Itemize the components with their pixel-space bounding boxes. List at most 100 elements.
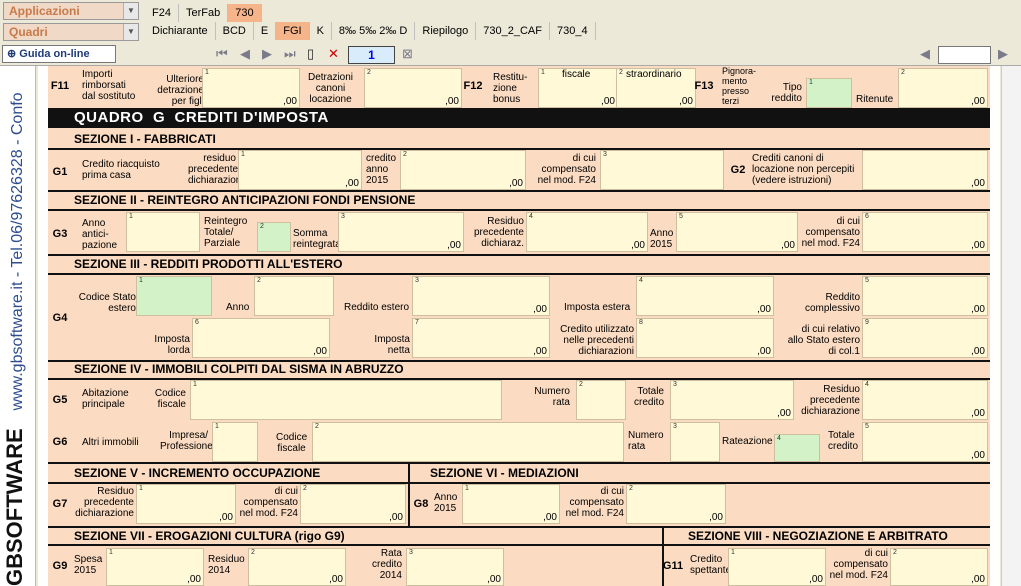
tab-fgi[interactable]: FGI [276, 22, 310, 40]
input-field[interactable]: 6,00 [192, 318, 330, 358]
delete-page-icon[interactable]: ✕ [328, 46, 339, 62]
input-field[interactable]: 5,00 [862, 422, 988, 462]
tab-k[interactable]: K [310, 22, 332, 40]
input-field[interactable]: 3,00 [412, 276, 550, 316]
label: Reddito estero [344, 302, 410, 313]
section-title: SEZIONE III - REDDITI PRODOTTI ALL'ESTER… [74, 257, 343, 271]
input-field[interactable]: 2 [254, 276, 334, 316]
chevron-down-icon[interactable]: ▼ [123, 3, 138, 19]
input-field[interactable]: 2,00 [364, 68, 462, 108]
chevron-down-icon[interactable]: ▼ [123, 24, 138, 40]
input-field[interactable]: 2,00 [248, 548, 346, 586]
tab-730[interactable]: 730 [228, 4, 262, 22]
input-field[interactable]: 8,00 [636, 318, 774, 358]
row-code: G3 [52, 228, 68, 240]
input-field[interactable]: 2,00 [626, 484, 726, 524]
applicazioni-dropdown[interactable]: Applicazioni ▼ [3, 2, 139, 20]
input-field[interactable]: 1,00 [238, 150, 362, 190]
quadro-g-form: F11 Importi rimborsati dal sostituto Ult… [48, 66, 990, 586]
tab-f24[interactable]: F24 [145, 4, 179, 22]
input-field[interactable]: 2 [576, 380, 626, 420]
input-field[interactable]: 5,00 [862, 276, 988, 316]
first-page-icon[interactable]: ⏮ [216, 46, 228, 62]
label: Numero rata [628, 430, 664, 452]
input-field-green[interactable]: 2 [257, 222, 291, 252]
label: Impresa/ Professione [160, 430, 213, 452]
label: Anno antici- pazione [82, 218, 118, 251]
tab-8-5-2-d[interactable]: 8‰ 5‰ 2‰ D [332, 22, 416, 40]
label: Numero rata [534, 386, 570, 408]
input-field[interactable]: 3 [600, 150, 724, 190]
input-field[interactable]: 1 [212, 422, 258, 462]
label: Totale credito [633, 386, 664, 408]
input-field[interactable]: 2 [312, 422, 624, 462]
input-field[interactable]: 6,00 [862, 212, 988, 252]
input-field[interactable]: ,00 [862, 150, 988, 190]
input-field[interactable]: 4,00 [526, 212, 648, 252]
prev-page-icon[interactable]: ◀ [240, 46, 250, 62]
row-code: F13 [694, 80, 714, 92]
input-field[interactable]: 5,00 [676, 212, 798, 252]
input-field[interactable]: 4,00 [862, 380, 988, 420]
guida-online-button[interactable]: ⊕ Guida on-line [2, 45, 116, 63]
search-field[interactable] [938, 46, 991, 64]
vertical-scrollbar[interactable] [1001, 66, 1021, 586]
input-field[interactable]: 3,00 [338, 212, 464, 252]
next-page-icon[interactable]: ▶ [262, 46, 272, 62]
input-field[interactable]: 3,00 [670, 380, 794, 420]
tab-terfab[interactable]: TerFab [179, 4, 229, 22]
toolbar: ⊕ Guida on-line ⏮ ◀ ▶ ⏭ ▯ ✕ 1 ⊠ ◀ ▶ [0, 42, 1021, 66]
label: Imposta lorda [154, 334, 190, 356]
input-field-green[interactable]: 4 [774, 434, 820, 462]
row-code: G9 [52, 560, 68, 572]
row-code: G8 [413, 498, 429, 510]
label: Codice fiscale [154, 388, 186, 410]
quadri-dropdown[interactable]: Quadri ▼ [3, 23, 139, 41]
label: Residuo precedente dichiaraz. [473, 216, 524, 249]
section-title: SEZIONE VI - MEDIAZIONI [430, 466, 579, 480]
input-field[interactable]: 1,00 [136, 484, 236, 524]
label: Rata credito 2014 [371, 548, 402, 581]
new-page-icon[interactable]: ▯ [307, 46, 314, 62]
input-field[interactable]: 4,00 [636, 276, 774, 316]
tab-riepilogo[interactable]: Riepilogo [415, 22, 477, 40]
tab-bcd[interactable]: BCD [216, 22, 254, 40]
input-field-green[interactable]: 1 [806, 78, 852, 108]
label: Anno [226, 302, 250, 313]
input-field[interactable]: 3 [670, 422, 720, 462]
input-field[interactable]: 2,00 [300, 484, 406, 524]
input-field[interactable]: 2,00 [898, 68, 988, 108]
tab-dichiarante[interactable]: Dichiarante [145, 22, 216, 40]
input-field[interactable]: 1,00 [106, 548, 204, 586]
input-field-green[interactable]: 1 [136, 276, 212, 316]
page-number-field[interactable]: 1 [348, 46, 395, 64]
label: di cui compensato nel mod. F24 [239, 486, 298, 519]
label: Imposta netta [374, 334, 410, 356]
cancel-icon[interactable]: ⊠ [402, 46, 413, 62]
input-field[interactable]: 9,00 [862, 318, 988, 358]
tab-730-2-caf[interactable]: 730_2_CAF [476, 22, 550, 40]
applicazioni-label: Applicazioni [9, 4, 80, 18]
input-field[interactable]: 1 [190, 380, 502, 420]
sidebar-text: GBSOFTWARE www.gbsoftware.it - Tel.06/97… [2, 66, 28, 586]
last-page-icon[interactable]: ⏭ [284, 46, 296, 62]
label: residuo precedente dichiarazione [188, 153, 247, 186]
input-field[interactable]: 2,00 [400, 150, 526, 190]
scroll-left-icon[interactable]: ◀ [920, 46, 930, 62]
input-field[interactable]: 7,00 [412, 318, 550, 358]
tab-730-4[interactable]: 730_4 [550, 22, 596, 40]
label: Importi rimborsati dal sostituto [82, 69, 136, 102]
label: Ulteriore detrazione per figli [157, 74, 204, 107]
input-field[interactable]: 2,00 [890, 548, 988, 586]
input-field[interactable]: 1,00 [462, 484, 560, 524]
input-field[interactable]: 1,00 [202, 68, 300, 108]
scroll-right-icon[interactable]: ▶ [998, 46, 1008, 62]
label: Rateazione [722, 436, 773, 447]
input-field[interactable]: 3,00 [406, 548, 504, 586]
label: Codice fiscale [276, 432, 308, 454]
input-field[interactable]: 1,00 [728, 548, 826, 586]
input-field[interactable]: 1 [126, 212, 200, 252]
label: Ritenute [856, 94, 894, 105]
tab-e[interactable]: E [254, 22, 277, 40]
label: straordinario [626, 69, 682, 80]
